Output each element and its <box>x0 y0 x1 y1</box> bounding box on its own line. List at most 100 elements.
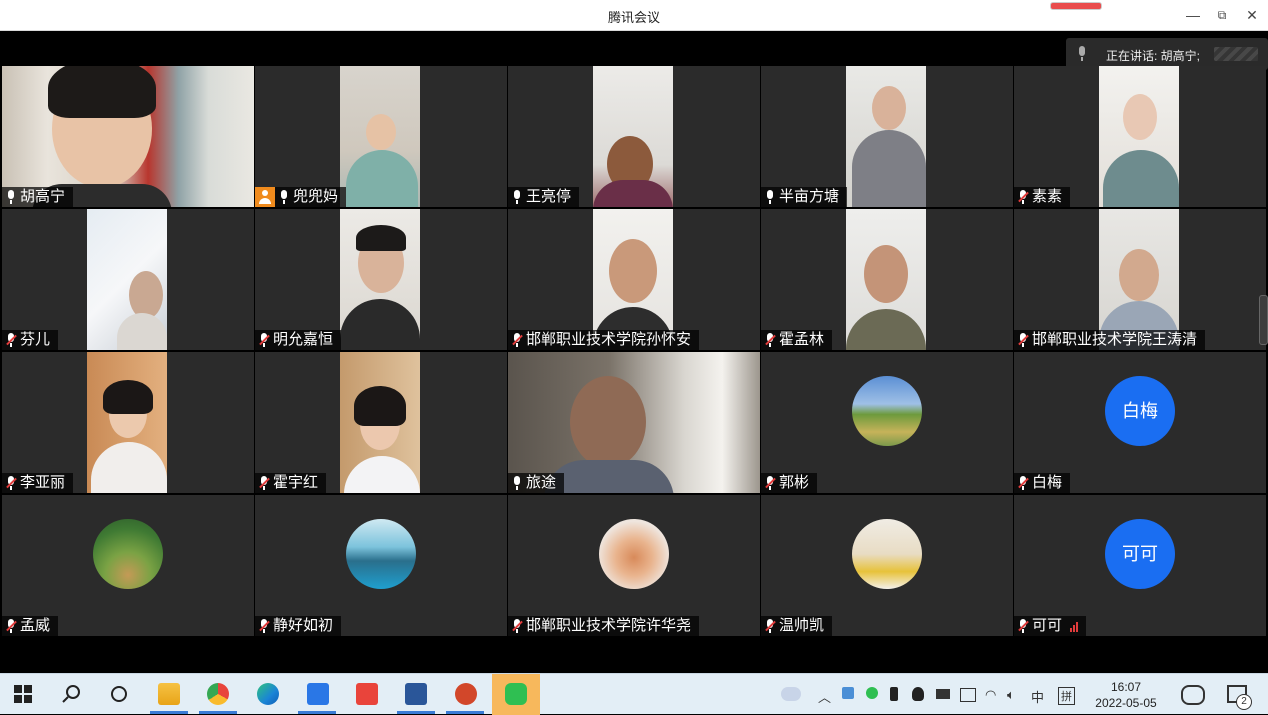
participant-label: 白梅 <box>1014 473 1071 493</box>
participant-label: 兜兜妈 <box>255 187 347 207</box>
video-feed <box>593 66 673 207</box>
clock[interactable]: 16:07 2022-05-05 <box>1090 679 1162 711</box>
shoulders <box>346 150 418 207</box>
participant-name: 白梅 <box>1032 474 1063 491</box>
shoulders <box>340 299 420 350</box>
window-title: 腾讯会议 <box>607 10 660 25</box>
shoulders <box>846 309 926 350</box>
mic-muted-icon <box>1018 619 1029 633</box>
video-feed <box>87 209 167 350</box>
participant-name: 芬儿 <box>20 331 51 348</box>
shoulders <box>344 456 420 493</box>
shoulders <box>91 442 167 493</box>
ime-indicator[interactable]: 中 <box>1031 687 1044 706</box>
participant-label: 霍宇红 <box>255 473 327 493</box>
participant-tile[interactable]: 可可 可可 <box>1014 495 1266 636</box>
qq-icon[interactable] <box>912 687 924 701</box>
video-feed <box>1099 209 1179 350</box>
mic-muted-icon <box>512 333 523 347</box>
tencent-meeting-icon[interactable] <box>307 683 329 705</box>
chrome-icon[interactable] <box>207 683 229 705</box>
participant-name: 王亮停 <box>526 188 572 205</box>
powerpoint-icon[interactable] <box>455 683 477 705</box>
participant-name: 胡高宁 <box>20 188 66 205</box>
word-icon[interactable] <box>405 683 427 705</box>
wifi-icon[interactable]: ◠ <box>985 687 996 703</box>
participant-label: 霍孟林 <box>761 330 833 350</box>
face <box>872 86 906 130</box>
participant-tile[interactable]: 兜兜妈 <box>255 66 507 207</box>
video-feed <box>508 352 760 493</box>
participant-name: 静好如初 <box>273 617 334 634</box>
phone-icon[interactable] <box>890 687 898 701</box>
face <box>1123 94 1157 140</box>
keyboard-icon[interactable] <box>936 689 950 699</box>
wechat-icon[interactable] <box>505 683 527 705</box>
shoulders <box>852 130 926 207</box>
feedback-icon[interactable] <box>1181 685 1205 705</box>
restore-button[interactable]: ⧉ <box>1209 4 1235 26</box>
search-icon[interactable] <box>61 683 83 705</box>
face <box>570 376 646 468</box>
ime-mode-indicator[interactable]: 拼 <box>1058 687 1075 705</box>
participant-tile[interactable]: 胡高宁 <box>2 66 254 207</box>
participant-tile[interactable]: 霍宇红 <box>255 352 507 493</box>
display-icon[interactable] <box>960 688 976 702</box>
mic-muted-icon <box>1018 190 1029 204</box>
participant-tile[interactable]: 明允嘉恒 <box>255 209 507 350</box>
video-grid: 胡高宁 兜兜妈 王亮停 半亩方塘 素素 芬儿 明允嘉恒 邯郸职业技术学院孙怀安 … <box>2 66 1266 636</box>
volume-icon[interactable]: 🔈︎ <box>1007 687 1015 703</box>
hair <box>103 380 153 414</box>
participant-tile[interactable]: 静好如初 <box>255 495 507 636</box>
mic-muted-icon <box>259 333 270 347</box>
participant-label: 胡高宁 <box>2 187 74 207</box>
file-explorer-icon[interactable] <box>158 683 180 705</box>
video-feed <box>87 352 167 493</box>
close-button[interactable]: ✕ <box>1239 4 1265 26</box>
mic-muted-icon <box>1018 333 1029 347</box>
task-view-icon[interactable] <box>108 683 130 705</box>
mic-muted-icon <box>259 476 270 490</box>
rainbow-landscape-avatar <box>852 376 922 446</box>
participant-tile[interactable]: 邯郸职业技术学院王涛清 <box>1014 209 1266 350</box>
notification-count: 2 <box>1236 694 1252 710</box>
start-icon[interactable] <box>14 685 32 703</box>
participant-name: 邯郸职业技术学院许华尧 <box>526 617 692 634</box>
mic-icon <box>1076 46 1090 62</box>
side-panel-handle[interactable] <box>1259 295 1268 345</box>
participant-name: 李亚丽 <box>20 474 66 491</box>
participant-label: 明允嘉恒 <box>255 330 342 350</box>
participant-name: 温帅凯 <box>779 617 825 634</box>
participant-tile[interactable]: 半亩方塘 <box>761 66 1013 207</box>
taskbar: ︿ ◠ 🔈︎ 中 拼 16:07 2022-05-05 2 <box>0 673 1268 715</box>
participant-label: 旅途 <box>508 473 565 493</box>
participant-tile[interactable]: 邯郸职业技术学院许华尧 <box>508 495 760 636</box>
shoulders <box>1103 150 1179 207</box>
participant-tile[interactable]: 王亮停 <box>508 66 760 207</box>
wechat-tray-icon[interactable] <box>866 687 878 699</box>
lake-mountains-avatar <box>346 519 416 589</box>
participant-tile[interactable]: 孟威 <box>2 495 254 636</box>
tray-app-icon[interactable] <box>842 687 854 699</box>
participant-tile[interactable]: 白梅 白梅 <box>1014 352 1266 493</box>
participant-name: 可可 <box>1032 617 1063 634</box>
participant-tile[interactable]: 旅途 <box>508 352 760 493</box>
participant-tile[interactable]: 素素 <box>1014 66 1266 207</box>
participant-tile[interactable]: 郭彬 <box>761 352 1013 493</box>
participant-label: 邯郸职业技术学院王涛清 <box>1014 330 1206 350</box>
participant-label: 邯郸职业技术学院孙怀安 <box>508 330 700 350</box>
show-hidden-icons-icon[interactable]: ︿ <box>818 687 831 706</box>
participant-tile[interactable]: 温帅凯 <box>761 495 1013 636</box>
wps-icon[interactable] <box>356 683 378 705</box>
participant-tile[interactable]: 李亚丽 <box>2 352 254 493</box>
face <box>864 245 908 303</box>
baby-photo-avatar <box>599 519 669 589</box>
participant-tile[interactable]: 芬儿 <box>2 209 254 350</box>
cloud-icon[interactable] <box>781 687 801 701</box>
edge-icon[interactable] <box>257 683 279 705</box>
face <box>366 114 396 150</box>
participant-tile[interactable]: 霍孟林 <box>761 209 1013 350</box>
participant-tile[interactable]: 邯郸职业技术学院孙怀安 <box>508 209 760 350</box>
minimize-button[interactable]: — <box>1180 4 1206 26</box>
face <box>129 271 163 319</box>
